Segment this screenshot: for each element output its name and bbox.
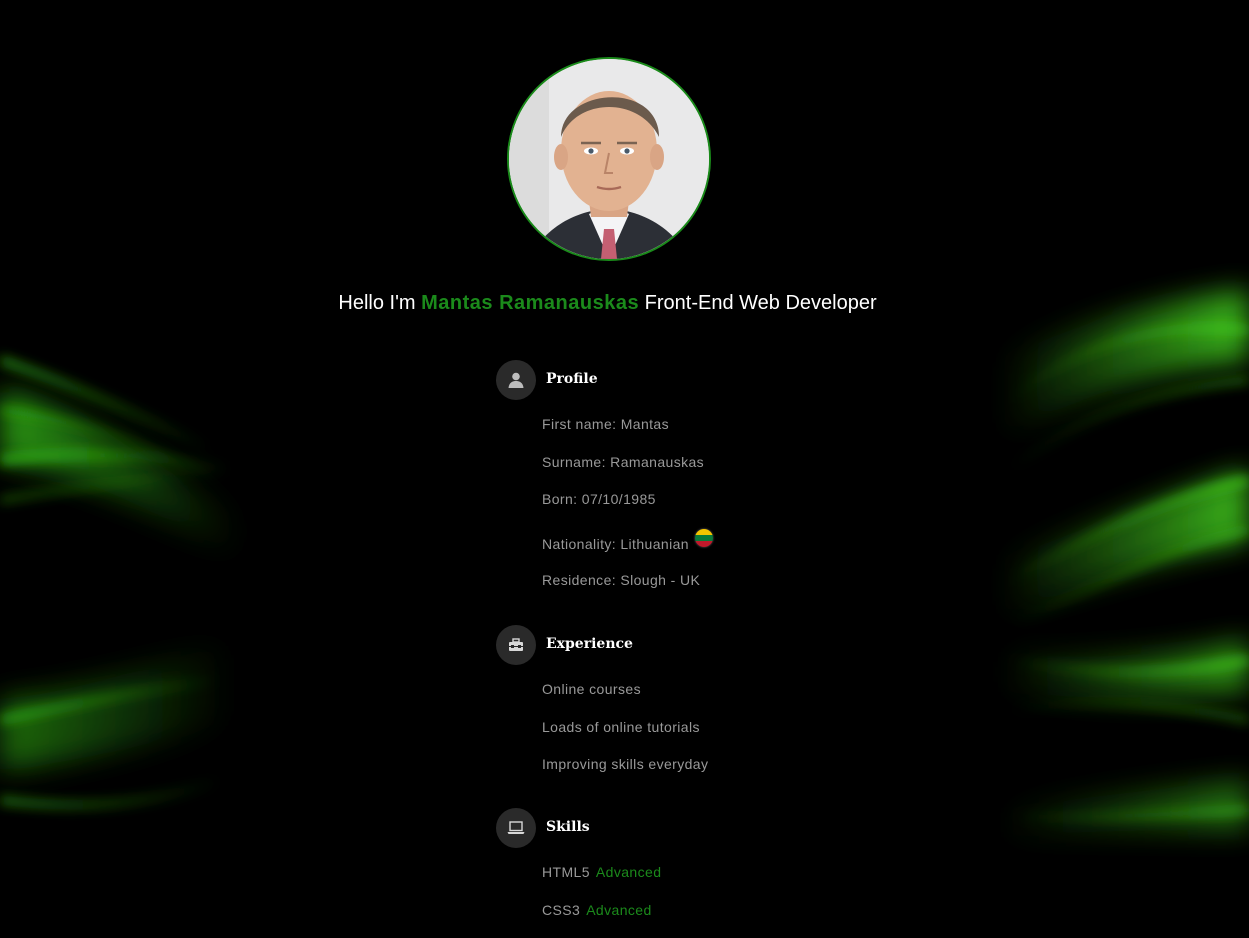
experience-title: Experience bbox=[546, 636, 633, 652]
list-item: First name: Mantas bbox=[542, 416, 670, 432]
list-item: Born: 07/10/1985 bbox=[542, 491, 656, 507]
laptop-icon bbox=[496, 808, 536, 848]
experience-section: Experience Online courses Loads of onlin… bbox=[496, 625, 916, 772]
skills-list: HTML5 Advanced CSS3 Advanced bbox=[542, 864, 661, 938]
list-item: Online courses bbox=[542, 681, 641, 697]
avatar-photo bbox=[509, 59, 709, 259]
skill-level: Advanced bbox=[586, 901, 652, 918]
list-item: HTML5 Advanced bbox=[542, 864, 661, 902]
skills-section-header: Skills bbox=[496, 808, 916, 848]
list-item: Loads of online tutorials bbox=[542, 718, 700, 735]
profile-title: Profile bbox=[546, 371, 598, 387]
profile-list: First name: Mantas Surname: Ramanauskas … bbox=[542, 416, 713, 609]
skills-title: Skills bbox=[546, 819, 590, 835]
developer-name: Mantas Ramanauskas bbox=[421, 292, 640, 314]
skills-section: Skills HTML5 Advanced CSS3 Advanced bbox=[496, 808, 916, 918]
briefcase-icon bbox=[496, 625, 536, 665]
skill-level: Advanced bbox=[595, 864, 662, 880]
list-item: CSS3 Advanced bbox=[542, 902, 661, 938]
profile-section: Profile First name: Mantas Surname: Rama… bbox=[496, 360, 916, 588]
skill-name: HTML5 bbox=[542, 864, 590, 880]
list-item: Nationality: Lithuanian bbox=[542, 528, 713, 572]
resume-page: Hello I'm Mantas Ramanauskas Front-End W… bbox=[0, 0, 1249, 938]
greeting-text: Hello I'm bbox=[338, 292, 416, 314]
list-item: Improving skills everyday bbox=[542, 756, 709, 772]
lithuania-flag-icon bbox=[694, 528, 713, 547]
list-item: Surname: Ramanauskas bbox=[542, 453, 705, 470]
list-item: Residence: Slough - UK bbox=[542, 571, 701, 588]
skill-name: CSS3 bbox=[542, 901, 581, 918]
page-headline: Hello I'm Mantas Ramanauskas Front-End W… bbox=[0, 292, 1215, 315]
profile-avatar bbox=[507, 57, 711, 261]
person-icon bbox=[496, 360, 536, 400]
profile-section-header: Profile bbox=[496, 360, 916, 400]
developer-role: Front-End Web Developer bbox=[644, 292, 877, 314]
experience-list: Online courses Loads of online tutorials… bbox=[542, 681, 708, 794]
experience-section-header: Experience bbox=[496, 625, 916, 665]
